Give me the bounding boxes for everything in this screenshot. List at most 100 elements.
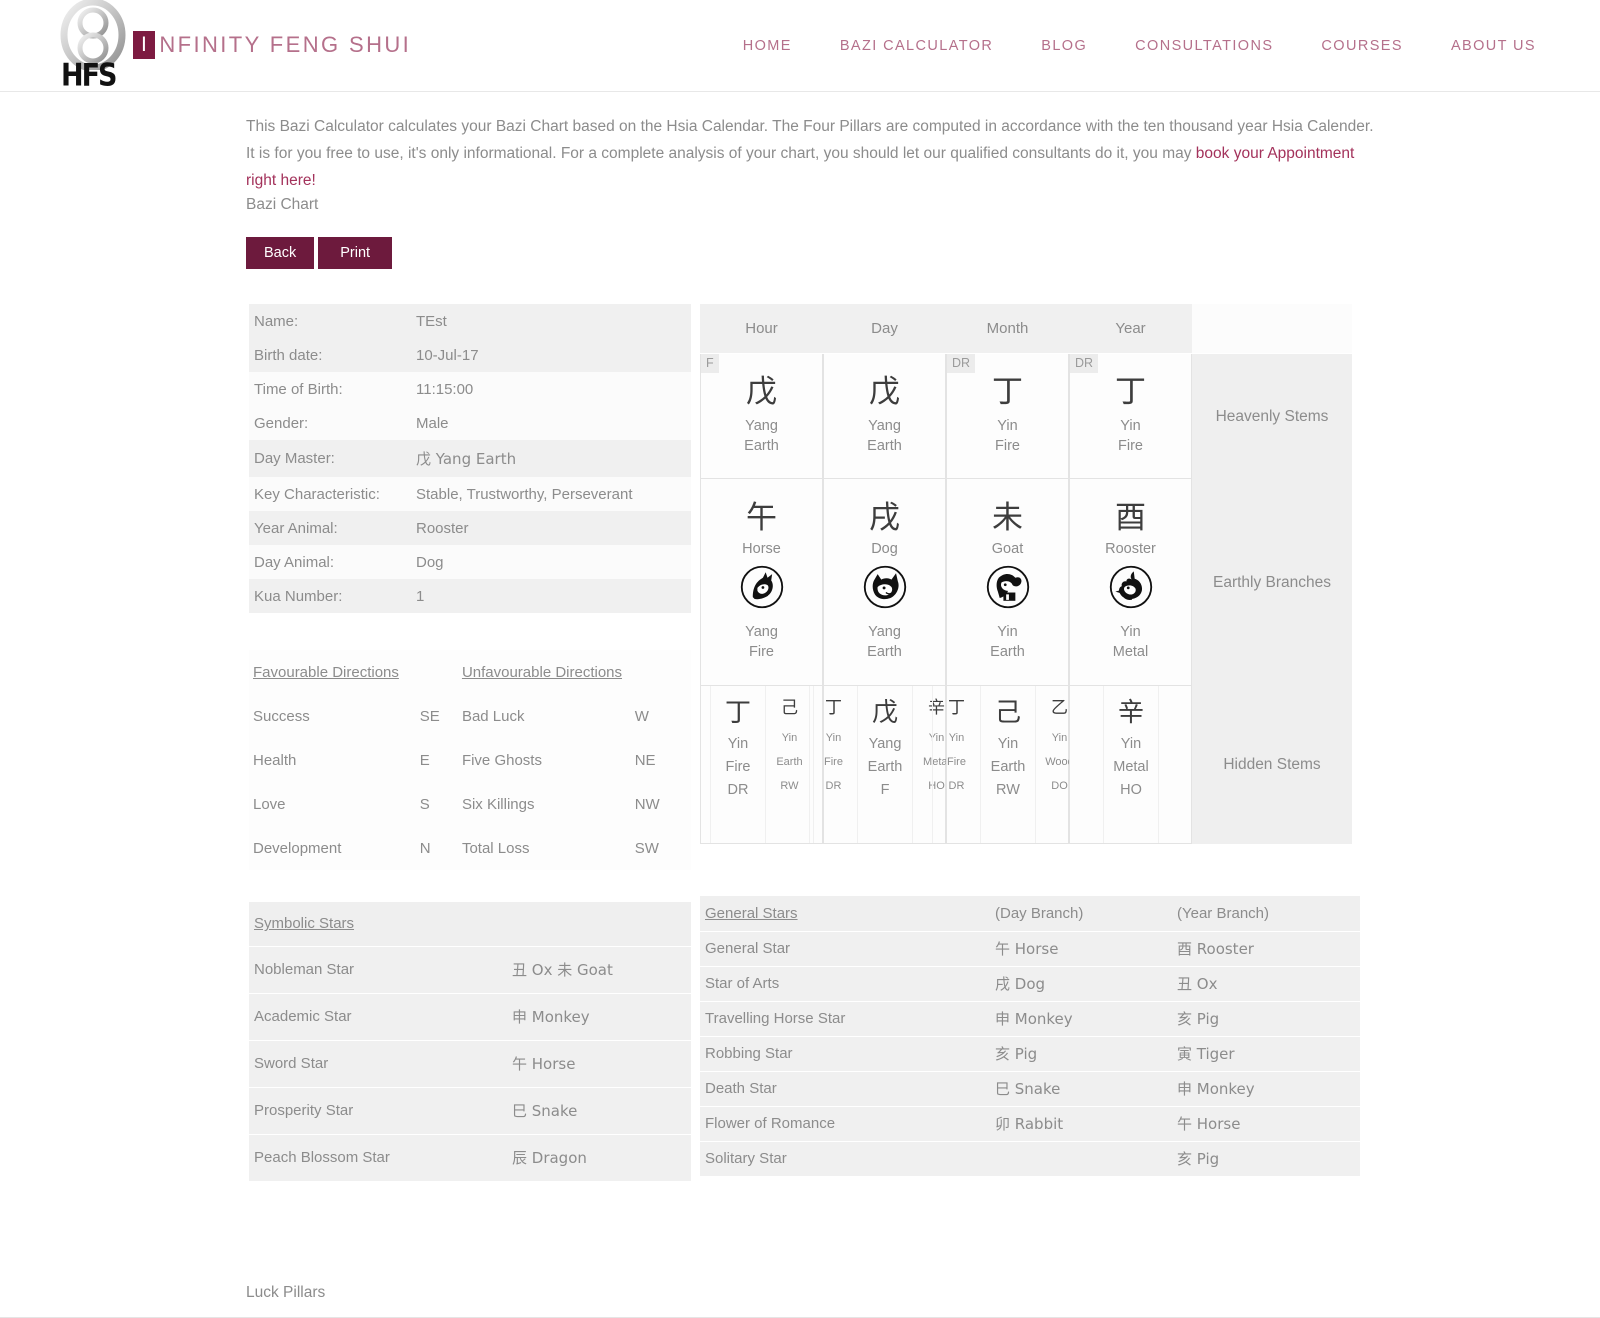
hidden-stem-character: 丁 <box>948 698 965 718</box>
hidden-stem: 辛 Yin Metal HO <box>1103 686 1158 843</box>
hidden-stem-polarity: Yang <box>868 736 902 753</box>
hidden-stem-god: F <box>880 782 890 799</box>
star-name: Prosperity Star <box>249 1087 507 1135</box>
favourable-direction: N <box>415 826 458 870</box>
hidden-stem-element: Fire <box>824 755 843 768</box>
star-year-value: 申 Monkey <box>1172 1071 1360 1107</box>
stem-polarity: Yin <box>997 417 1018 434</box>
nav-item-bazi-calculator[interactable]: BAZI CALCULATOR <box>816 38 1017 54</box>
heavenly-stem-cell: 戊 Yang Earth <box>823 354 946 479</box>
page-title: Bazi Chart <box>246 196 319 213</box>
table-row: Nobleman Star 丑 Ox 未 Goat <box>249 946 691 994</box>
info-label: Name: <box>249 304 411 338</box>
site-logo[interactable]: HFS <box>46 0 138 94</box>
pillar-column-year: Year DR 丁 Yin Fire 酉 Rooster Yin Metal 辛 Yin Metal H… <box>1069 304 1192 936</box>
branch-polarity: Yin <box>1120 623 1141 640</box>
hidden-stem-spacer <box>1158 686 1172 843</box>
star-name: Solitary Star <box>700 1141 990 1177</box>
star-year-value: 丑 Ox <box>1172 966 1360 1002</box>
stem-god-tag: F <box>701 354 719 373</box>
favourable-direction: SE <box>415 694 458 738</box>
table-row: Kua Number: 1 <box>249 579 691 613</box>
star-day-value: 午 Horse <box>990 931 1172 967</box>
hidden-stem-spacer <box>1089 686 1103 843</box>
star-name: Flower of Romance <box>700 1106 990 1142</box>
branch-character: 未 <box>992 500 1023 537</box>
hidden-stem-character: 丁 <box>825 698 842 718</box>
dog-icon <box>862 564 908 615</box>
table-row: Health E Five Ghosts NE <box>249 738 691 782</box>
hidden-stem: 丁 Yin Fire DR <box>932 686 980 843</box>
stem-polarity: Yang <box>745 417 778 434</box>
table-row: Prosperity Star 巳 Snake <box>249 1087 691 1135</box>
unfavourable-direction: NW <box>630 782 691 826</box>
table-row: Gender: Male <box>249 406 691 440</box>
star-name: Academic Star <box>249 993 507 1041</box>
nav-item-home[interactable]: HOME <box>719 38 816 54</box>
info-label: Day Master: <box>249 440 411 477</box>
table-row: Academic Star 申 Monkey <box>249 993 691 1041</box>
nav-item-consultations[interactable]: CONSULTATIONS <box>1111 38 1297 54</box>
hidden-stem-god: DR <box>825 779 842 792</box>
stem-element: Fire <box>995 437 1020 454</box>
stem-polarity: Yin <box>1120 417 1141 434</box>
nav-item-courses[interactable]: COURSES <box>1297 38 1427 54</box>
intro-paragraph: This Bazi Calculator calculates your Baz… <box>246 113 1376 194</box>
hidden-stem-spacer <box>795 686 809 843</box>
info-value: 10-Jul-17 <box>411 338 691 372</box>
info-label: Gender: <box>249 406 411 440</box>
table-row: General Star 午 Horse 酉 Rooster <box>700 931 1360 967</box>
info-label: Time of Birth: <box>249 372 411 406</box>
branch-animal-name: Horse <box>742 540 781 557</box>
table-row: Year Animal: Rooster <box>249 511 691 545</box>
star-day-value: 卯 Rabbit <box>990 1106 1172 1142</box>
favourable-directions-header: Favourable Directions <box>249 650 416 694</box>
branch-character: 午 <box>746 500 777 537</box>
hidden-stem-character: 乙 <box>1051 698 1068 718</box>
rooster-icon <box>1108 564 1154 615</box>
brand-wordmark[interactable]: I NFINITY FENG SHUI <box>133 31 411 59</box>
pillar-header: Day <box>823 304 946 354</box>
branch-polarity: Yang <box>745 623 778 640</box>
hidden-stem-god: DR <box>727 782 749 799</box>
branch-polarity: Yang <box>868 623 901 640</box>
hidden-stem-polarity: Yin <box>727 736 749 753</box>
symbolic-stars-header-value <box>507 902 691 947</box>
hidden-stems-cell: 丁 Yin Fire DR 己 Yin Earth RW 乙 Yin Wood DO <box>932 686 1084 844</box>
pillar-column-month: Month DR 丁 Yin Fire 未 Goat Yin Earth 丁 Yin Fire DR 己 Y… <box>932 304 1084 936</box>
favourable-name: Success <box>249 694 416 738</box>
info-value: 1 <box>411 579 691 613</box>
star-day-value <box>990 1141 1172 1177</box>
hidden-stem-element: Earth <box>867 759 903 776</box>
unfavourable-name: Five Ghosts <box>457 738 631 782</box>
star-year-value: 午 Horse <box>1172 1106 1360 1142</box>
hidden-stem-character: 丁 <box>724 698 751 728</box>
table-row: Solitary Star 亥 Pig <box>700 1141 1360 1177</box>
table-row: Day Animal: Dog <box>249 545 691 579</box>
hidden-stem: 丁 Yin Fire DR <box>809 686 857 843</box>
hidden-stem-element: Metal <box>1113 759 1149 776</box>
hidden-stem: 己 Yin Earth RW <box>980 686 1035 843</box>
stem-element: Earth <box>867 437 902 454</box>
favourable-direction: S <box>415 782 458 826</box>
stem-god-tag: DR <box>1070 354 1099 373</box>
hidden-stem-character: 辛 <box>1117 698 1144 728</box>
earthly-branch-cell: 戌 Dog Yang Earth <box>823 479 946 686</box>
star-year-value: 亥 Pig <box>1172 1141 1360 1177</box>
unfavourable-direction: SW <box>630 826 691 870</box>
nav-item-about-us[interactable]: ABOUT US <box>1427 38 1560 54</box>
hidden-stem-polarity: Yin <box>1120 736 1142 753</box>
info-value: Stable, Trustworthy, Perseverant <box>411 477 691 511</box>
table-row: Name: TEst <box>249 304 691 338</box>
earthly-branch-cell: 酉 Rooster Yin Metal <box>1069 479 1192 686</box>
hidden-stem: 戊 Yang Earth F <box>857 686 912 843</box>
back-button[interactable]: Back <box>246 237 315 269</box>
heavenly-stems-label: Heavenly Stems <box>1192 354 1352 479</box>
info-value: 11:15:00 <box>411 372 691 406</box>
earthly-branches-label: Earthly Branches <box>1192 479 1352 686</box>
stem-character: 丁 <box>992 374 1023 411</box>
table-row: General Stars (Day Branch) (Year Branch) <box>700 896 1360 932</box>
star-value: 丑 Ox 未 Goat <box>507 946 691 994</box>
nav-item-blog[interactable]: BLOG <box>1017 38 1111 54</box>
print-button[interactable]: Print <box>318 237 393 269</box>
